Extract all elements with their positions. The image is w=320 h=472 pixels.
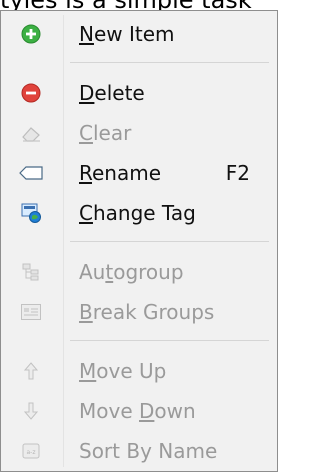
- menu-item-label: Sort By Name: [79, 439, 218, 463]
- menu-item-move-down[interactable]: Move Down: [4, 391, 274, 431]
- menu-item-label: Move Down: [79, 399, 196, 423]
- break-groups-icon: [4, 292, 58, 332]
- svg-text:a-z: a-z: [27, 449, 36, 456]
- menu-item-label: Delete: [79, 81, 145, 105]
- delete-icon: [4, 73, 58, 113]
- change-tag-icon: [4, 193, 58, 233]
- sort-icon: a-z: [4, 431, 58, 471]
- menu-item-clear[interactable]: Clear: [4, 113, 274, 153]
- menu-item-move-up[interactable]: Move Up: [4, 351, 274, 391]
- menu-item-label: New Item: [79, 22, 175, 46]
- menu-item-autogroup[interactable]: Autogroup: [4, 252, 274, 292]
- menu-item-label: Change Tag: [79, 201, 196, 225]
- add-icon: [4, 14, 58, 54]
- menu-separator: [70, 62, 269, 63]
- shortcut-rename: F2: [225, 161, 250, 185]
- menu-separator: [70, 241, 269, 242]
- menu-item-rename[interactable]: Rename F2: [4, 153, 274, 193]
- context-menu: New Item Delete Clear Rename F2 Change T…: [0, 10, 278, 472]
- menu-item-label: Autogroup: [79, 260, 184, 284]
- menu-separator: [70, 340, 269, 341]
- menu-item-break-groups[interactable]: Break Groups: [4, 292, 274, 332]
- menu-item-label: Clear: [79, 121, 132, 145]
- arrow-up-icon: [4, 351, 58, 391]
- arrow-down-icon: [4, 391, 58, 431]
- tag-icon: [4, 153, 58, 193]
- menu-item-label: Move Up: [79, 359, 167, 383]
- menu-item-sort-by-name[interactable]: a-z Sort By Name: [4, 431, 274, 471]
- autogroup-icon: [4, 252, 58, 292]
- menu-item-delete[interactable]: Delete: [4, 73, 274, 113]
- menu-item-label: Rename: [79, 161, 162, 185]
- menu-item-label: Break Groups: [79, 300, 215, 324]
- menu-item-new-item[interactable]: New Item: [4, 14, 274, 54]
- menu-item-change-tag[interactable]: Change Tag: [4, 193, 274, 233]
- eraser-icon: [4, 113, 58, 153]
